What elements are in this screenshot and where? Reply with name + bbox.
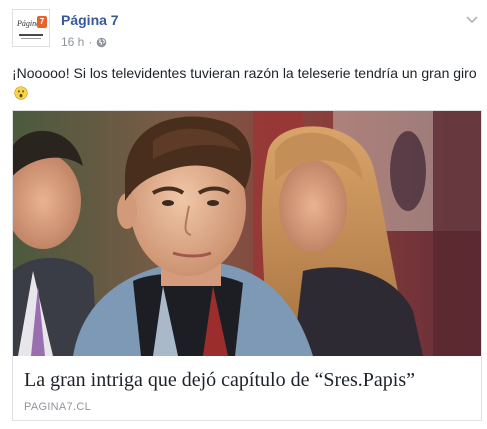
page-avatar[interactable]: Página 7 <box>12 9 50 47</box>
post-message: ¡Nooooo! Si los televidentes tuvieran ra… <box>12 63 477 103</box>
post-meta: 16 h · <box>61 35 107 49</box>
avatar-logo-line <box>19 34 43 36</box>
post-timestamp[interactable]: 16 h <box>61 35 84 49</box>
facebook-post: Página 7 Página 7 16 h · ¡Nooooo! Si los… <box>0 0 487 429</box>
page-name-link[interactable]: Página 7 <box>61 12 119 28</box>
globe-icon[interactable] <box>96 37 107 48</box>
meta-separator: · <box>88 35 93 49</box>
link-domain: PAGINA7.CL <box>24 401 91 413</box>
link-preview-card[interactable]: La gran intriga que dejó capítulo de “Sr… <box>12 110 482 421</box>
surprised-face-icon <box>14 86 28 100</box>
tv-scene-image <box>13 111 481 356</box>
link-title[interactable]: La gran intriga que dejó capítulo de “Sr… <box>24 369 474 392</box>
chevron-down-icon[interactable] <box>465 14 479 24</box>
post-message-text: ¡Nooooo! Si los televidentes tuvieran ra… <box>12 65 477 81</box>
avatar-logo-badge: 7 <box>37 16 47 28</box>
link-preview-image[interactable] <box>13 111 481 356</box>
avatar-logo-line <box>21 38 41 39</box>
